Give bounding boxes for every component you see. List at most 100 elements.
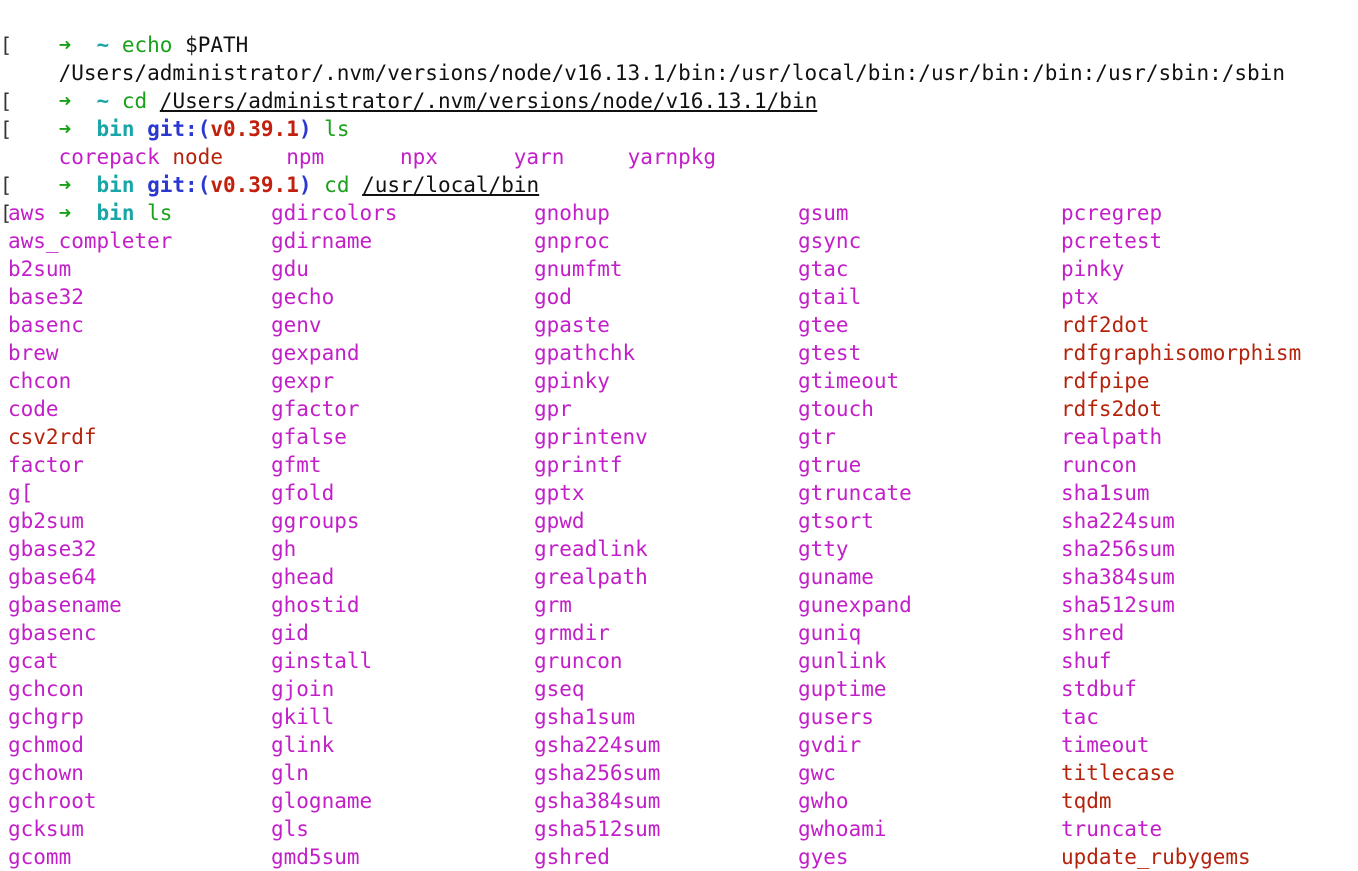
listing-item: gcksum	[8, 817, 84, 841]
listing-item: gtimeout	[798, 369, 900, 393]
prompt-cwd: bin	[96, 201, 135, 225]
listing-item: titlecase	[1061, 761, 1175, 785]
listing-item: gexpr	[271, 369, 335, 393]
listing-item: gchmod	[8, 733, 84, 757]
listing-item: ptx	[1061, 285, 1099, 309]
listing-item: gfold	[271, 481, 335, 505]
listing-item: gtee	[798, 313, 849, 337]
listing-item: gfmt	[271, 453, 322, 477]
listing-item: gnumfmt	[534, 257, 623, 281]
output-line-path: /Users/administrator/.nvm/versions/node/…	[8, 31, 1285, 85]
listing-item: gsha384sum	[534, 789, 661, 813]
listing-item: gbasenc	[8, 621, 97, 645]
listing-item: gwhoami	[798, 817, 887, 841]
listing-item: rdfgraphisomorphism	[1061, 341, 1302, 365]
listing-item: gpwd	[534, 509, 585, 533]
listing-item: gcat	[8, 649, 59, 673]
listing-item: god	[534, 285, 572, 309]
listing-item: gid	[271, 621, 309, 645]
listing-item: pcregrep	[1061, 201, 1163, 225]
listing-item: runcon	[1061, 453, 1137, 477]
listing-item: gtest	[798, 341, 862, 365]
listing-item: gshred	[534, 845, 610, 869]
output-line-nvm-listing: corepack node npm npx yarn yarnpkg	[8, 115, 717, 169]
listing-item: gyes	[798, 845, 849, 869]
listing-item: pinky	[1061, 257, 1125, 281]
listing-item: aws_completer	[8, 229, 173, 253]
listing-item: gls	[271, 817, 309, 841]
git-label-close: )	[298, 173, 312, 197]
listing-item: gprintf	[534, 453, 623, 477]
listing-item: shuf	[1061, 649, 1112, 673]
prompt-line-ls-local: [➜ bin ls	[0, 171, 172, 225]
prompt-line-cd-nvm: [➜ ~ cd /Users/administrator/.nvm/versio…	[0, 59, 817, 113]
listing-item: gbase32	[8, 537, 97, 561]
prompt-line-ls-nvm: [➜ bin git:(v0.39.1) ls	[0, 87, 349, 141]
listing-item: gdirname	[271, 229, 373, 253]
listing-item: csv2rdf	[8, 425, 97, 449]
listing-item: brew	[8, 341, 59, 365]
listing-item: gpinky	[534, 369, 610, 393]
listing-item: gln	[271, 761, 309, 785]
listing-item: aws	[8, 201, 46, 225]
listing-item: grm	[534, 593, 572, 617]
command: cd	[324, 173, 350, 197]
terminal-window[interactable]: [➜ ~ echo $PATH /Users/administrator/.nv…	[0, 0, 1358, 871]
listing-item: sha224sum	[1061, 509, 1175, 533]
listing-item: chcon	[8, 369, 72, 393]
listing-item: update_rubygems	[1061, 845, 1251, 869]
listing-item: glink	[271, 733, 335, 757]
listing-item: basenc	[8, 313, 84, 337]
listing-item: greadlink	[534, 537, 648, 561]
listing-item: b2sum	[8, 257, 72, 281]
listing-item: base32	[8, 285, 84, 309]
listing-item: ghead	[271, 565, 335, 589]
listing-item: ggroups	[271, 509, 360, 533]
path-link[interactable]: /usr/local/bin	[362, 173, 539, 197]
listing-item: gchcon	[8, 677, 84, 701]
listing-item: gptx	[534, 481, 585, 505]
listing-item: tac	[1061, 705, 1099, 729]
listing-item: sha384sum	[1061, 565, 1175, 589]
listing-item: gprintenv	[534, 425, 648, 449]
listing-item: realpath	[1061, 425, 1163, 449]
listing-item: gwc	[798, 761, 836, 785]
listing-item: gsha224sum	[534, 733, 661, 757]
listing-item: gfalse	[271, 425, 347, 449]
listing-item: gtty	[798, 537, 849, 561]
listing-item: gpathchk	[534, 341, 636, 365]
listing-item: gjoin	[271, 677, 335, 701]
listing-item: gsum	[798, 201, 849, 225]
prompt-line-cd-local: [➜ bin git:(v0.39.1) cd /usr/local/bin	[0, 143, 539, 197]
listing-item: gb2sum	[8, 509, 84, 533]
listing-item: genv	[271, 313, 322, 337]
listing-item: sha256sum	[1061, 537, 1175, 561]
listing-item: yarnpkg	[627, 145, 717, 169]
listing-item: rdfpipe	[1061, 369, 1150, 393]
listing-item: gtrue	[798, 453, 862, 477]
git-branch: v0.39.1	[210, 173, 299, 197]
listing-item: gtouch	[798, 397, 874, 421]
listing-item: gmd5sum	[271, 845, 360, 869]
listing-item: gdu	[271, 257, 309, 281]
listing-item: ginstall	[271, 649, 373, 673]
listing-item: gtr	[798, 425, 836, 449]
listing-item: guptime	[798, 677, 887, 701]
listing-item: gvdir	[798, 733, 862, 757]
listing-item: stdbuf	[1061, 677, 1137, 701]
listing-item: tqdm	[1061, 789, 1112, 813]
listing-item: gtsort	[798, 509, 874, 533]
listing-item: pcretest	[1061, 229, 1163, 253]
listing-item: ghostid	[271, 593, 360, 617]
listing-item: gfactor	[271, 397, 360, 421]
listing-item: gbase64	[8, 565, 97, 589]
listing-item: gunlink	[798, 649, 887, 673]
listing-item: gpr	[534, 397, 572, 421]
listing-item: gsha1sum	[534, 705, 636, 729]
listing-item: g[	[8, 481, 34, 505]
listing-item: gnproc	[534, 229, 610, 253]
listing-item: gruncon	[534, 649, 623, 673]
listing-item: gpaste	[534, 313, 610, 337]
listing-item: grmdir	[534, 621, 610, 645]
listing-item: timeout	[1061, 733, 1150, 757]
